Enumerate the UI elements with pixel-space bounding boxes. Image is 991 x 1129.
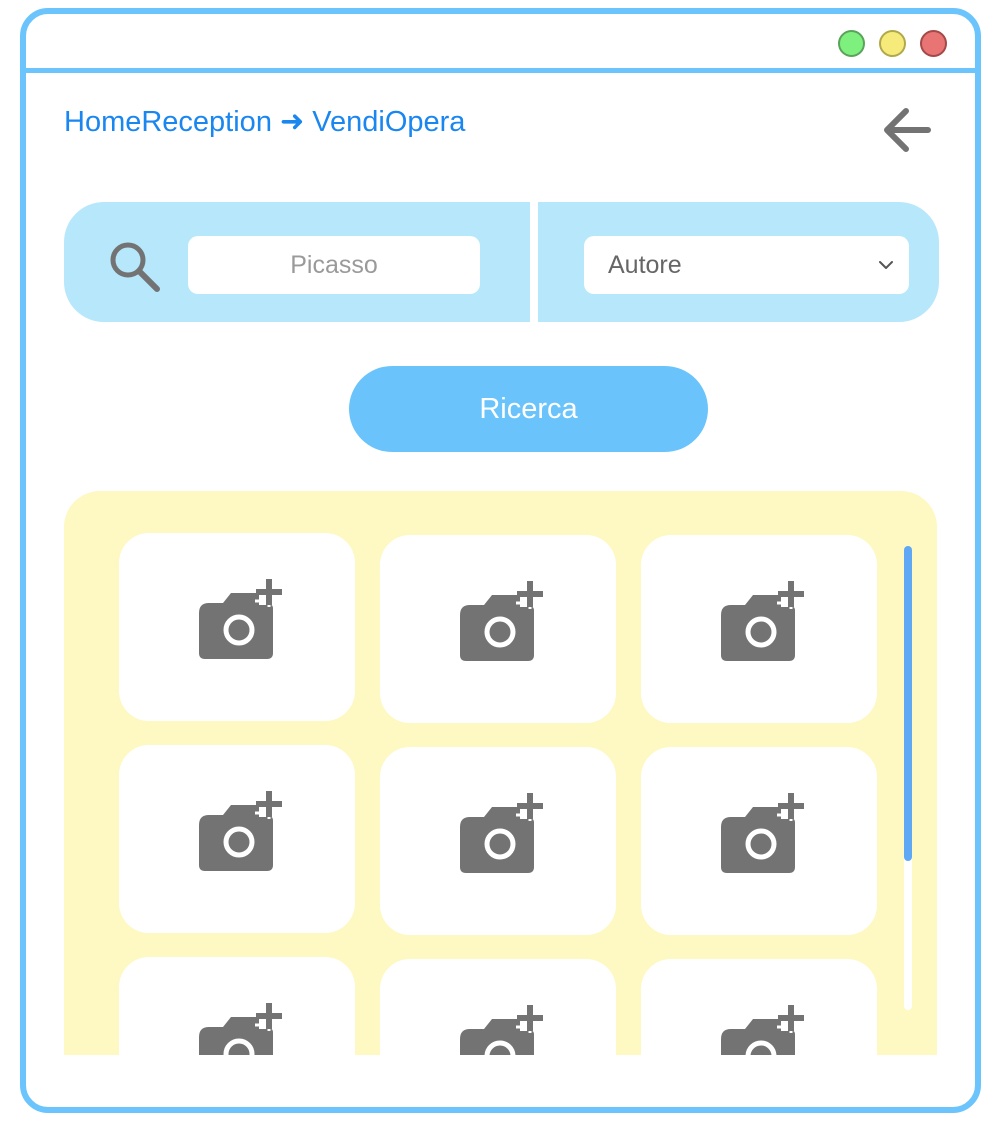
search-button[interactable]: Ricerca bbox=[349, 366, 708, 452]
window-minimize-button[interactable] bbox=[879, 30, 906, 57]
artwork-tile[interactable] bbox=[119, 533, 355, 721]
artwork-tile[interactable] bbox=[380, 747, 616, 935]
filter-select[interactable]: Autore bbox=[584, 236, 909, 294]
filter-select-value: Autore bbox=[608, 251, 682, 279]
artwork-gallery bbox=[64, 491, 937, 1055]
artwork-tile[interactable] bbox=[119, 957, 355, 1055]
arrow-left-icon bbox=[884, 108, 931, 152]
add-photo-icon bbox=[199, 577, 283, 659]
search-icon bbox=[110, 242, 160, 292]
scrollbar-thumb[interactable] bbox=[904, 546, 912, 861]
window-maximize-button[interactable] bbox=[838, 30, 865, 57]
breadcrumb-home-reception[interactable]: HomeReception bbox=[64, 106, 272, 138]
search-bar: Autore bbox=[64, 202, 939, 322]
add-photo-icon bbox=[721, 579, 805, 661]
back-button[interactable] bbox=[878, 104, 934, 156]
add-photo-icon bbox=[721, 791, 805, 873]
app-window: HomeReception➜VendiOpera Autore Ricerca bbox=[20, 8, 981, 1113]
add-photo-icon bbox=[199, 789, 283, 871]
chevron-down-icon bbox=[879, 261, 893, 269]
add-photo-icon bbox=[721, 1003, 805, 1055]
breadcrumb: HomeReception ➜ VendiOpera bbox=[64, 104, 465, 139]
artwork-tile[interactable] bbox=[641, 959, 877, 1055]
add-photo-icon bbox=[199, 1001, 283, 1055]
artwork-tile[interactable] bbox=[641, 535, 877, 723]
artwork-tile[interactable] bbox=[641, 747, 877, 935]
gallery-scrollbar[interactable] bbox=[904, 546, 912, 1010]
breadcrumb-separator: ➜ bbox=[279, 106, 305, 138]
artwork-tile[interactable] bbox=[380, 535, 616, 723]
artwork-tile[interactable] bbox=[380, 959, 616, 1055]
add-photo-icon bbox=[460, 1003, 544, 1055]
window-close-button[interactable] bbox=[920, 30, 947, 57]
breadcrumb-vendi-opera[interactable]: VendiOpera bbox=[312, 106, 465, 138]
add-photo-icon bbox=[460, 791, 544, 873]
title-bar bbox=[26, 14, 975, 73]
artwork-tile[interactable] bbox=[119, 745, 355, 933]
search-input[interactable] bbox=[188, 236, 480, 294]
add-photo-icon bbox=[460, 579, 544, 661]
search-divider bbox=[530, 202, 538, 322]
